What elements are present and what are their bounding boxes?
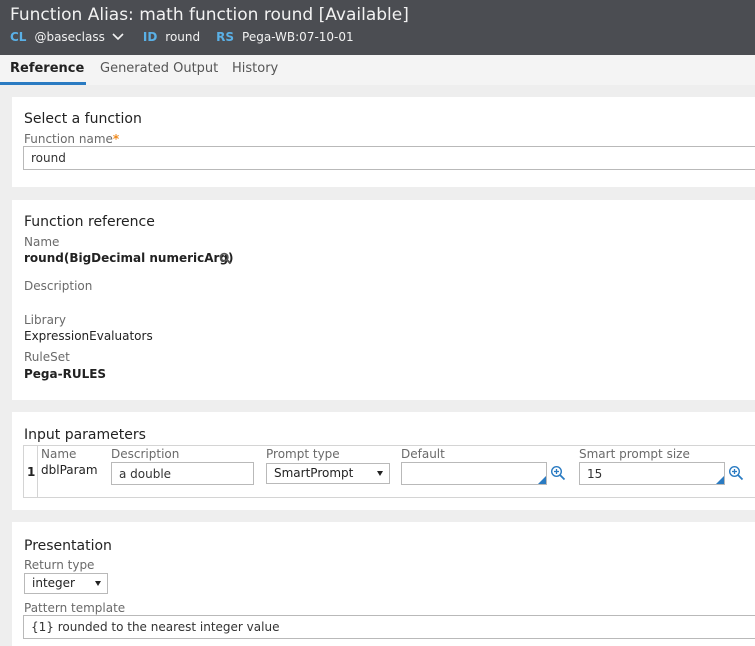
pattern-template-label: Pattern template (24, 601, 126, 615)
column-header-description: Description (111, 447, 180, 461)
ruleset-key-label: RS (216, 30, 235, 44)
tab-reference[interactable]: Reference (10, 61, 84, 76)
active-tab-indicator (0, 82, 86, 85)
smart-prompt-corner-icon (538, 476, 546, 484)
ruleset-label: RuleSet (24, 350, 70, 364)
zoom-in-icon[interactable] (728, 465, 744, 481)
function-name-input[interactable] (31, 147, 755, 169)
chevron-down-icon[interactable] (111, 30, 125, 44)
prompt-type-selected: SmartPrompt (274, 466, 354, 480)
description-label: Description (24, 279, 93, 293)
function-name-label-text: Function name (24, 132, 113, 146)
library-value: ExpressionEvaluators (24, 329, 153, 343)
param-description-input[interactable] (119, 463, 246, 485)
function-name-value: round(BigDecimal numericArg) (24, 251, 234, 265)
presentation-section: Presentation Return type integer Pattern… (12, 522, 755, 646)
select-function-section: Select a function Function name* (12, 97, 755, 187)
function-reference-section: Function reference Name round(BigDecimal… (12, 200, 755, 400)
row-index: 1 (27, 465, 36, 479)
param-description-field (111, 462, 254, 485)
column-header-prompt-type: Prompt type (266, 447, 340, 461)
return-type-label: Return type (24, 558, 95, 572)
tab-bar: Reference Generated Output History (0, 55, 755, 85)
smart-prompt-corner-icon (716, 476, 724, 484)
tab-history[interactable]: History (232, 61, 278, 76)
return-type-select[interactable]: integer (24, 573, 108, 594)
zoom-in-icon[interactable] (550, 465, 566, 481)
parameters-table: 1 Name dblParam Description Prompt type … (23, 445, 755, 498)
ruleset-value: Pega-RULES (24, 367, 107, 381)
rule-meta-bar: CL @baseclass ID round RS Pega-WB:07-10-… (10, 29, 358, 45)
prompt-type-select[interactable]: SmartPrompt (266, 463, 390, 484)
ruleset-value: Pega-WB:07-10-01 (242, 30, 354, 44)
section-title: Select a function (24, 111, 142, 127)
search-icon[interactable] (219, 252, 232, 265)
param-name-value: dblParam (41, 463, 98, 477)
class-value-link[interactable]: @baseclass (34, 30, 104, 44)
smart-prompt-size-field (579, 462, 725, 485)
required-marker: * (112, 132, 120, 146)
id-key-label: ID (142, 30, 158, 44)
tab-generated-output[interactable]: Generated Output (100, 61, 218, 76)
library-label: Library (24, 313, 66, 327)
section-title: Function reference (24, 214, 155, 230)
id-value: round (165, 30, 201, 44)
rule-header: Function Alias: math function round [Ava… (0, 0, 755, 55)
function-name-label: Function name* (24, 132, 119, 146)
pattern-template-field (23, 615, 755, 639)
rule-title: Function Alias: math function round [Ava… (10, 5, 409, 25)
column-header-smart-prompt-size: Smart prompt size (579, 447, 690, 461)
pattern-template-input[interactable] (31, 616, 755, 638)
return-type-selected: integer (32, 576, 75, 590)
name-label: Name (24, 235, 60, 249)
function-name-field-box (23, 146, 755, 170)
column-header-default: Default (401, 447, 445, 461)
input-parameters-section: Input parameters 1 Name dblParam Descrip… (12, 412, 755, 510)
param-default-input[interactable] (409, 463, 539, 485)
dropdown-caret-icon (95, 581, 101, 586)
column-header-name: Name (41, 447, 77, 461)
section-title: Input parameters (24, 427, 146, 443)
param-default-field (401, 462, 547, 485)
section-title: Presentation (24, 538, 112, 554)
class-key-label: CL (10, 30, 27, 44)
dropdown-caret-icon (377, 471, 383, 476)
smart-prompt-size-input[interactable] (587, 463, 717, 485)
